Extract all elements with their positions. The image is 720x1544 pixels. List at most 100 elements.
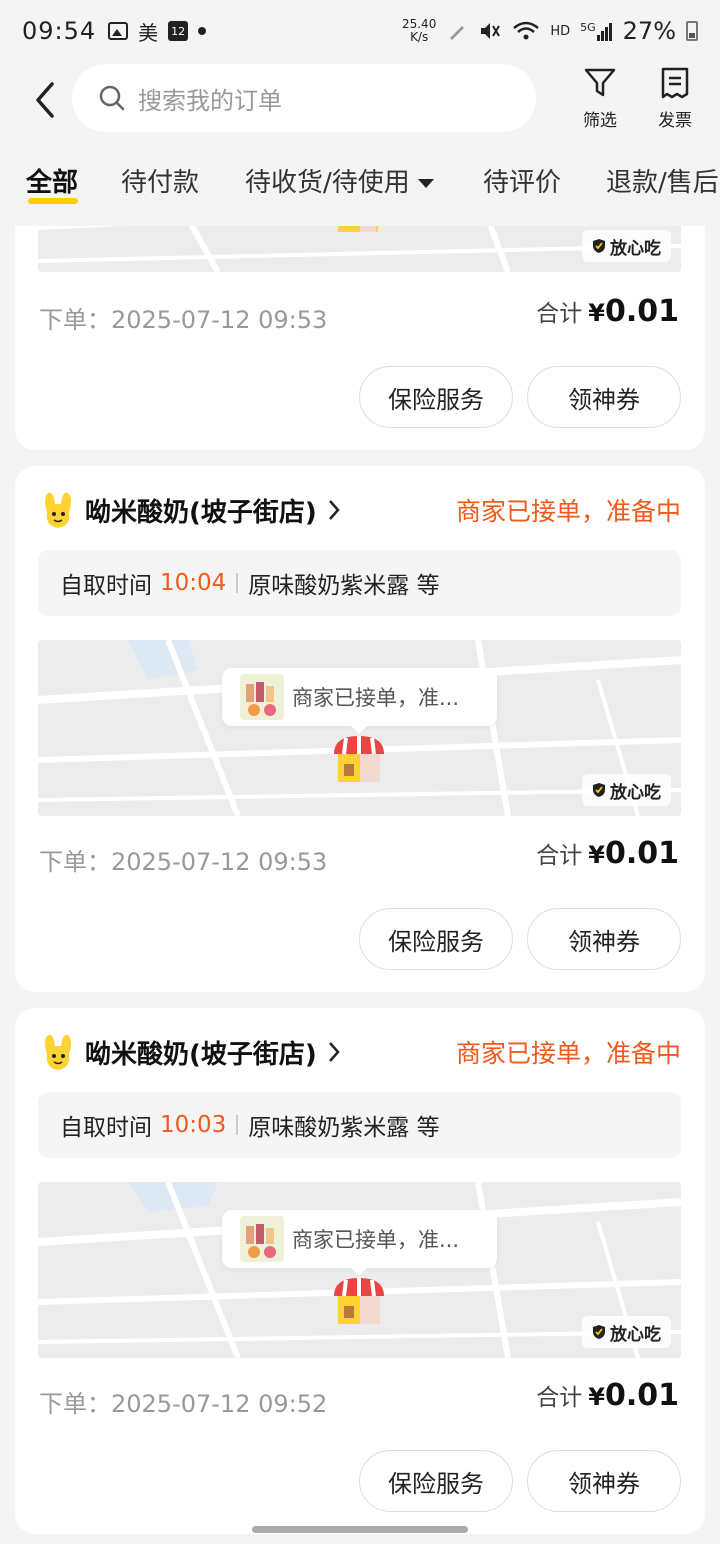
safe-eat-badge: 放心吃	[582, 1316, 671, 1348]
search-placeholder: 搜索我的订单	[138, 86, 282, 115]
status-time: 09:54	[22, 17, 97, 45]
claim-coupon-button[interactable]: 领神券	[527, 366, 681, 428]
safe-eat-badge: 放心吃	[582, 774, 671, 806]
tab-to-receive[interactable]: 待收货/待使用	[245, 162, 434, 199]
insurance-service-button[interactable]: 保险服务	[359, 1450, 513, 1512]
tab-refund[interactable]: 退款/售后	[606, 162, 719, 199]
caret-down-icon	[417, 179, 434, 188]
shield-icon	[593, 1325, 605, 1339]
mute-icon	[481, 23, 501, 39]
pickup-info: 自取时间 10:04 原味酸奶紫米露 等	[38, 550, 681, 616]
order-map[interactable]: 商家已接单，准... 放心吃	[38, 1182, 681, 1358]
home-indicator[interactable]	[252, 1526, 468, 1533]
total-amount: 0.01	[604, 1378, 679, 1413]
total-amount: 0.01	[604, 294, 679, 329]
invoice-icon	[661, 67, 689, 99]
insurance-service-button[interactable]: 保险服务	[359, 366, 513, 428]
shop-logo-icon	[45, 1034, 71, 1070]
total-label: 合计	[536, 843, 583, 869]
order-list: 放心吃 下单：2025-07-12 09:53 合计 ¥ 0.01 保险服务 领…	[0, 226, 720, 1544]
active-tab-indicator	[28, 198, 78, 204]
order-tabs: 全部 待付款 待收货/待使用 待评价 退款/售后	[0, 152, 720, 212]
safe-eat-badge: 放心吃	[582, 230, 671, 262]
pickup-label: 自取时间	[60, 1115, 152, 1141]
back-icon[interactable]	[28, 80, 64, 120]
total-label: 合计	[536, 1385, 583, 1411]
claim-coupon-button[interactable]: 领神券	[527, 1450, 681, 1512]
pickup-info: 自取时间 10:03 原味酸奶紫米露 等	[38, 1092, 681, 1158]
divider	[236, 1115, 239, 1135]
order-map[interactable]: 商家已接单，准... 放心吃	[38, 640, 681, 816]
status-left-icons: 美 12	[108, 17, 207, 46]
status-right-icons: 25.40 K/s HD 5G 27%	[402, 17, 698, 45]
order-card[interactable]: 放心吃 下单：2025-07-12 09:53 合计 ¥ 0.01 保险服务 领…	[15, 226, 705, 450]
total-label: 合计	[536, 301, 583, 327]
currency-symbol: ¥	[588, 841, 605, 869]
shop-thumbnail	[240, 674, 284, 720]
hd-indicator: HD	[550, 23, 571, 39]
total-amount: 0.01	[604, 836, 679, 871]
badge-text: 放心吃	[610, 238, 661, 259]
order-total: 合计 ¥ 0.01	[536, 1378, 679, 1413]
search-icon	[99, 85, 125, 111]
more-notifications-dot-icon	[198, 27, 207, 35]
store-icon	[338, 226, 378, 232]
battery-percent: 27%	[622, 17, 676, 45]
order-items: 原味酸奶紫米露 等	[248, 1115, 440, 1141]
invoice-label: 发票	[658, 111, 692, 131]
pickup-time: 10:04	[160, 570, 227, 596]
tab-to-receive-label: 待收货/待使用	[245, 168, 410, 198]
order-total: 合计 ¥ 0.01	[536, 294, 679, 329]
shield-icon	[593, 783, 605, 797]
currency-symbol: ¥	[588, 299, 605, 327]
shop-logo-icon	[45, 492, 71, 528]
order-card[interactable]: 呦米酸奶(坡子街店) 商家已接单，准备中 自取时间 10:04 原味酸奶紫米露 …	[15, 466, 705, 992]
store-icon	[334, 1278, 384, 1324]
order-time: 下单：2025-07-12 09:52	[39, 1390, 328, 1418]
network-speed: 25.40 K/s	[402, 18, 436, 44]
order-status: 商家已接单，准备中	[455, 1039, 681, 1068]
card-header[interactable]: 呦米酸奶(坡子街店) 商家已接单，准备中	[41, 488, 681, 532]
wifi-icon	[513, 21, 540, 40]
chevron-right-icon	[328, 500, 340, 520]
card-header[interactable]: 呦米酸奶(坡子街店) 商家已接单，准备中	[41, 1030, 681, 1074]
order-time: 下单：2025-07-12 09:53	[39, 306, 328, 334]
network-type: 5G	[580, 21, 596, 34]
order-map: 放心吃	[38, 226, 681, 272]
battery-icon	[686, 21, 698, 41]
filter-button[interactable]: 筛选	[570, 66, 630, 131]
filter-icon	[584, 68, 616, 97]
chevron-right-icon	[328, 1042, 340, 1062]
order-items: 原味酸奶紫米露 等	[248, 573, 440, 599]
badge-text: 放心吃	[610, 1324, 661, 1345]
order-card[interactable]: 呦米酸奶(坡子街店) 商家已接单，准备中 自取时间 10:03 原味酸奶紫米露 …	[15, 1008, 705, 1534]
pickup-time: 10:03	[160, 1112, 227, 1138]
speed-unit: K/s	[410, 30, 429, 44]
map-status-bubble: 商家已接单，准...	[222, 1210, 497, 1276]
shop-name[interactable]: 呦米酸奶(坡子街店)	[85, 492, 317, 529]
insurance-service-button[interactable]: 保险服务	[359, 908, 513, 970]
map-status-bubble: 商家已接单，准...	[222, 668, 497, 734]
bubble-text: 商家已接单，准...	[292, 686, 460, 710]
claim-coupon-button[interactable]: 领神券	[527, 908, 681, 970]
search-input[interactable]: 搜索我的订单	[72, 64, 536, 132]
signal-icon: 5G	[580, 21, 613, 41]
top-header: 搜索我的订单 筛选 发票	[0, 62, 720, 138]
divider	[236, 573, 239, 593]
tab-pending-payment[interactable]: 待付款	[121, 162, 199, 199]
filter-label: 筛选	[583, 111, 617, 131]
tab-all[interactable]: 全部	[26, 162, 78, 199]
badge-text: 放心吃	[610, 782, 661, 803]
shop-name[interactable]: 呦米酸奶(坡子街店)	[85, 1034, 317, 1071]
currency-symbol: ¥	[588, 1383, 605, 1411]
calendar-icon: 12	[168, 21, 189, 41]
order-status: 商家已接单，准备中	[455, 497, 681, 526]
meituan-notification-icon: 美	[138, 20, 159, 45]
invoice-button[interactable]: 发票	[645, 66, 705, 131]
pickup-label: 自取时间	[60, 573, 152, 599]
gallery-icon	[108, 22, 129, 40]
shield-icon	[593, 239, 605, 253]
shop-thumbnail	[240, 1216, 284, 1262]
store-icon	[334, 736, 384, 782]
tab-to-review[interactable]: 待评价	[483, 162, 561, 199]
